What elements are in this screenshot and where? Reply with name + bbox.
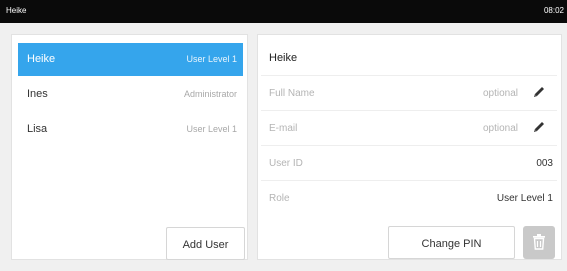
user-name: Ines xyxy=(27,88,48,100)
add-user-button-label: Add User xyxy=(182,239,229,251)
delete-user-button[interactable] xyxy=(523,226,555,259)
add-user-button[interactable]: Add User xyxy=(166,227,245,260)
details-user-name: Heike xyxy=(269,52,298,64)
email-label: E-mail xyxy=(269,123,298,134)
email-hint: optional xyxy=(482,123,518,134)
user-role: User Level 1 xyxy=(186,124,237,134)
details-header-row: Heike xyxy=(261,41,557,76)
full-name-label: Full Name xyxy=(269,88,315,99)
pencil-icon[interactable] xyxy=(531,84,547,100)
pencil-icon[interactable] xyxy=(531,119,547,135)
change-pin-button-label: Change PIN xyxy=(421,238,482,250)
user-role: User Level 1 xyxy=(186,54,237,64)
user-name: Lisa xyxy=(27,123,48,135)
user-list-item-lisa[interactable]: Lisa User Level 1 xyxy=(18,113,243,146)
role-label: Role xyxy=(269,193,290,204)
user-id-label: User ID xyxy=(269,158,303,169)
user-list-item-heike[interactable]: Heike User Level 1 xyxy=(18,43,243,76)
user-id-row: User ID 003 xyxy=(261,146,557,181)
role-value: User Level 1 xyxy=(496,193,553,204)
trash-icon xyxy=(533,234,545,250)
full-name-hint: optional xyxy=(482,88,518,99)
user-role: Administrator xyxy=(183,89,237,99)
full-name-row[interactable]: Full Name optional xyxy=(261,76,557,111)
user-id-value: 003 xyxy=(536,158,553,169)
user-name: Heike xyxy=(27,53,56,65)
role-row: Role User Level 1 xyxy=(261,181,557,216)
change-pin-button[interactable]: Change PIN xyxy=(388,226,515,259)
user-list-item-ines[interactable]: Ines Administrator xyxy=(18,78,243,111)
status-bar: Heike 08:02 xyxy=(0,0,567,23)
status-bar-title: Heike xyxy=(6,6,27,15)
email-row[interactable]: E-mail optional xyxy=(261,111,557,146)
status-bar-clock: 08:02 xyxy=(543,6,564,15)
user-list-panel: Heike User Level 1 Ines Administrator Li… xyxy=(11,34,248,260)
